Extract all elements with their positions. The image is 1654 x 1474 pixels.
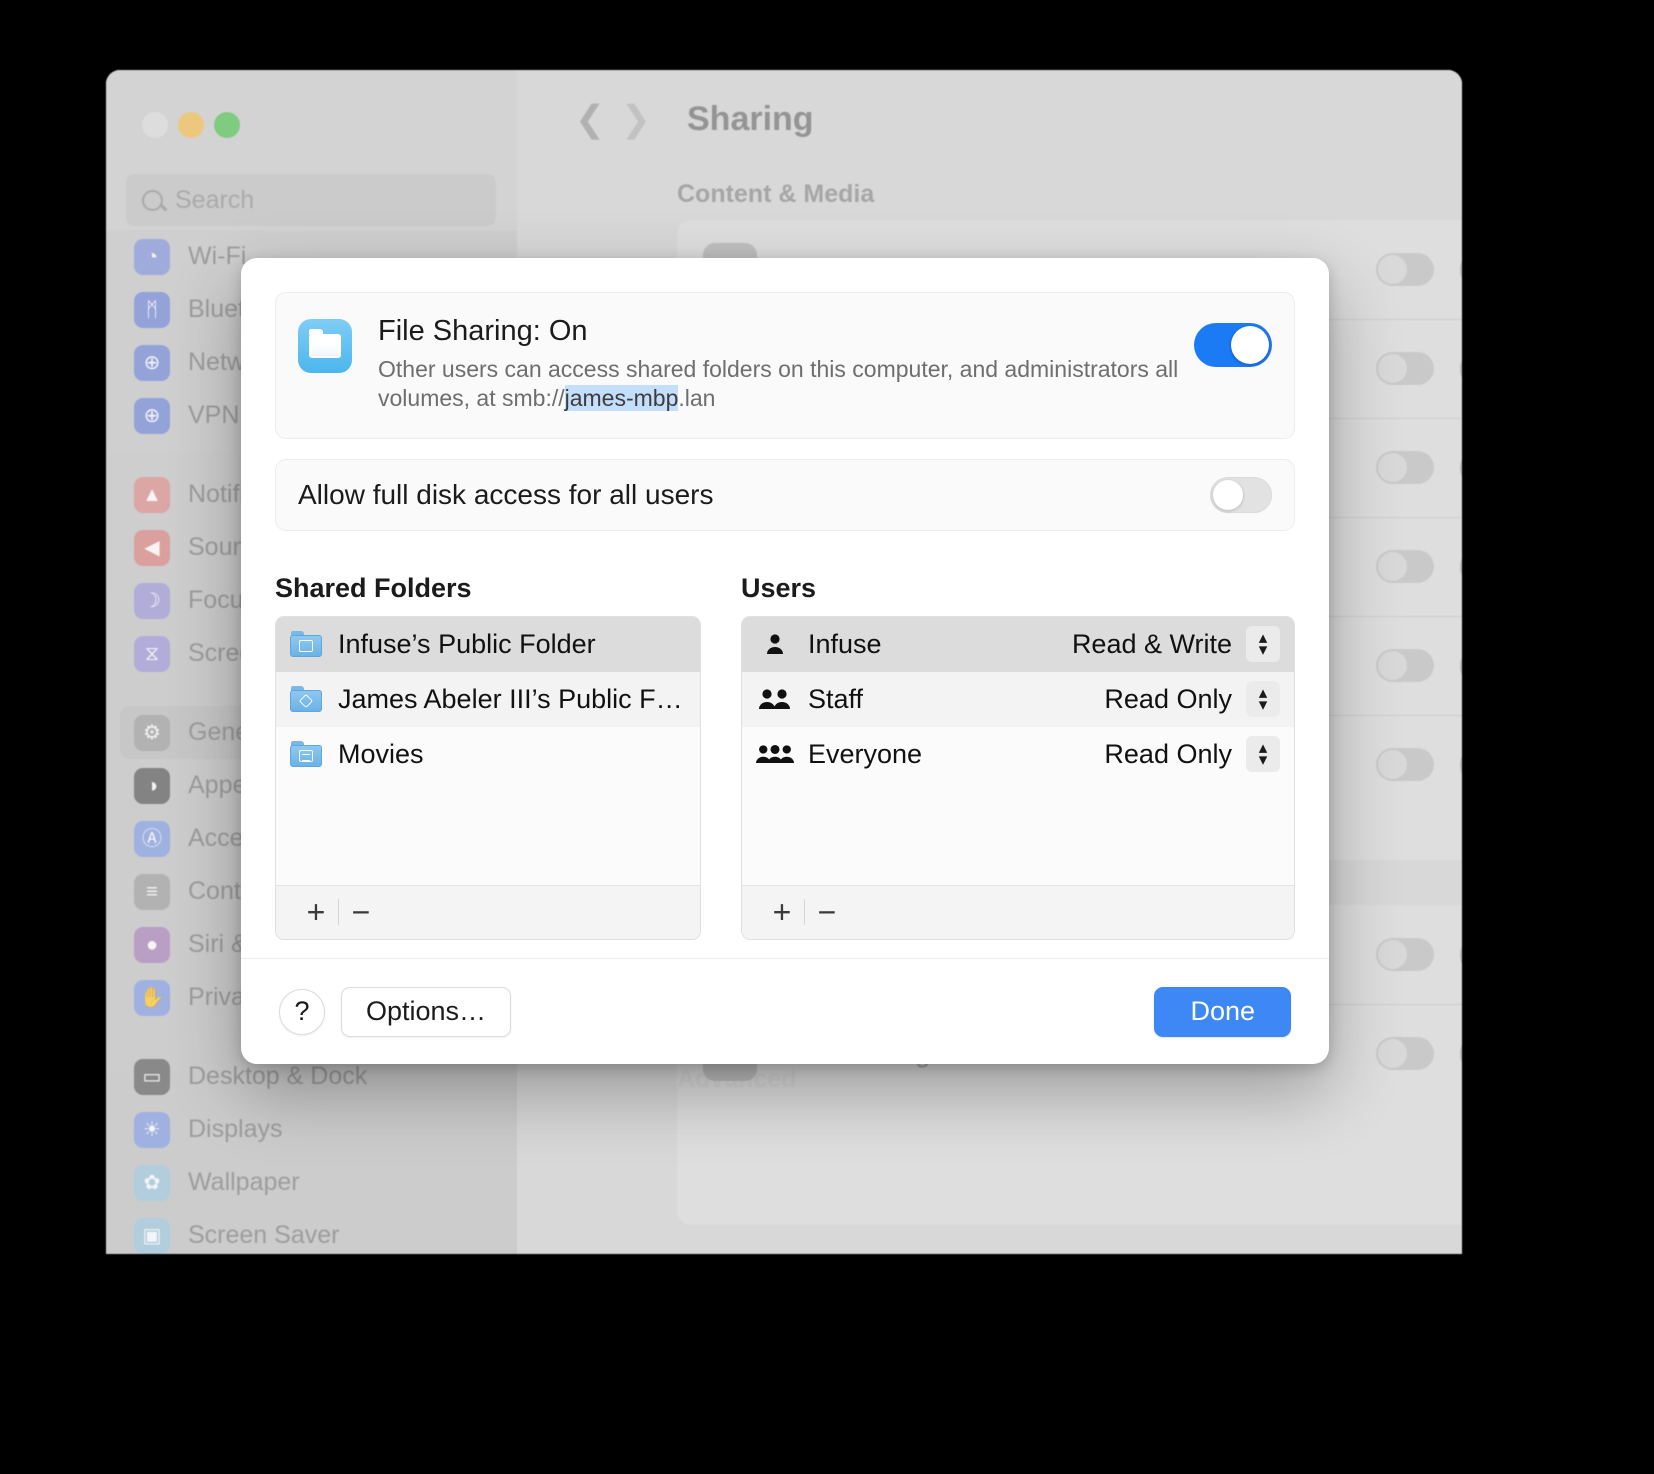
file-sharing-description: Other users can access shared folders on…	[378, 355, 1184, 414]
file-sharing-dialog: File Sharing: On Other users can access …	[241, 258, 1329, 1064]
users-column: Users Infuse Read & Write ▴ ▾ Staff Read Only…	[741, 573, 1295, 940]
up-down-chevron-icon[interactable]: ▴ ▾	[1246, 736, 1280, 773]
user-name: Staff	[808, 683, 864, 714]
help-button[interactable]: ?	[279, 988, 325, 1035]
remove-user-button[interactable]: −	[805, 896, 849, 928]
screen: Search ◔Wi-FiᛗBluetooth⊕Network⊕VPN▲Noti…	[0, 0, 1654, 1474]
shared-folders-rows: Infuse’s Public Folder James Abeler III’s…	[276, 616, 700, 885]
shared-folder-name: James Abeler III’s Public Fol…	[338, 683, 686, 714]
shared-folder-name: Movies	[338, 738, 424, 769]
users-header: Users	[741, 572, 817, 603]
user-permission-value: Read Only	[1104, 738, 1232, 769]
up-down-chevron-icon[interactable]: ▴ ▾	[1246, 626, 1280, 663]
three-people-icon	[756, 743, 794, 765]
options-button[interactable]: Options…	[341, 986, 512, 1037]
user-row[interactable]: Staff Read Only ▴ ▾	[742, 671, 1294, 727]
file-sharing-toggle[interactable]	[1194, 323, 1272, 367]
user-permission-value: Read Only	[1104, 683, 1232, 714]
description-after: .lan	[678, 385, 716, 412]
file-sharing-title: File Sharing: On	[378, 315, 588, 347]
full-disk-access-panel: Allow full disk access for all users	[275, 458, 1295, 531]
lists-container: Shared Folders Infuse’s Public Folder Jam…	[275, 573, 1295, 940]
remove-shared-folder-button[interactable]: −	[339, 896, 383, 928]
shared-folder-row[interactable]: Movies	[276, 726, 700, 782]
user-row[interactable]: Everyone Read Only ▴ ▾	[742, 726, 1294, 782]
hostname-highlight: james-mbp	[564, 385, 679, 412]
folder-diamond-icon	[290, 686, 322, 713]
shared-folders-column: Shared Folders Infuse’s Public Folder Jam…	[275, 573, 701, 940]
shared-folder-row[interactable]: Infuse’s Public Folder	[276, 616, 700, 672]
folder-icon	[290, 631, 322, 658]
full-disk-access-toggle[interactable]	[1210, 476, 1272, 513]
users-rows: Infuse Read & Write ▴ ▾ Staff Read Only ▴ ▾ Ever…	[742, 616, 1294, 885]
add-shared-folder-button[interactable]: +	[294, 896, 338, 928]
shared-folders-list: Infuse’s Public Folder James Abeler III’s…	[275, 615, 701, 940]
shared-folders-toolbar: + −	[276, 884, 700, 939]
shared-folders-header: Shared Folders	[275, 572, 472, 603]
shared-folder-name: Infuse’s Public Folder	[338, 628, 596, 659]
shared-folder-row[interactable]: James Abeler III’s Public Fol…	[276, 671, 700, 727]
add-user-button[interactable]: +	[760, 896, 804, 928]
users-toolbar: + −	[742, 884, 1294, 939]
two-people-icon	[756, 688, 794, 710]
single-person-icon	[756, 633, 794, 655]
file-sharing-text: File Sharing: On Other users can access …	[378, 315, 1194, 414]
user-name: Everyone	[808, 738, 923, 769]
description-before: Other users can access shared folders on…	[378, 356, 1179, 412]
folder-movies-icon	[290, 741, 322, 768]
full-disk-access-label: Allow full disk access for all users	[298, 478, 714, 510]
user-name: Infuse	[808, 628, 882, 659]
file-sharing-folder-icon	[298, 319, 352, 373]
file-sharing-panel: File Sharing: On Other users can access …	[275, 292, 1295, 439]
done-button[interactable]: Done	[1154, 986, 1291, 1037]
user-row[interactable]: Infuse Read & Write ▴ ▾	[742, 616, 1294, 672]
users-list: Infuse Read & Write ▴ ▾ Staff Read Only ▴ ▾ Ever…	[741, 615, 1295, 940]
up-down-chevron-icon[interactable]: ▴ ▾	[1246, 681, 1280, 718]
dialog-body: File Sharing: On Other users can access …	[241, 258, 1329, 940]
dialog-footer: ? Options… Done	[241, 958, 1329, 1064]
user-permission-value: Read & Write	[1071, 628, 1232, 659]
